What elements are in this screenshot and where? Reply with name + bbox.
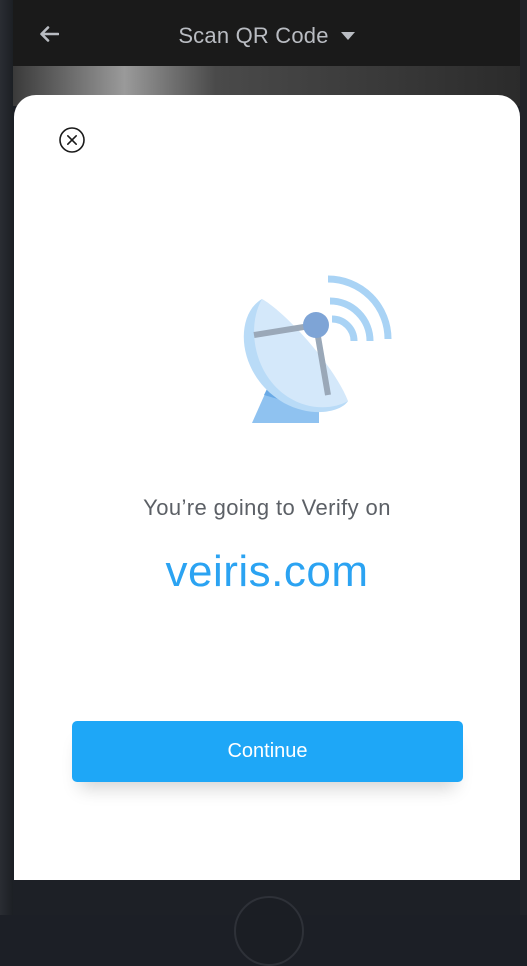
satellite-dish-icon xyxy=(243,275,392,423)
device-edge-right xyxy=(520,0,527,915)
back-button[interactable] xyxy=(35,20,63,48)
verify-domain: veiris.com xyxy=(165,547,369,596)
device-frame: Scan QR Code You’re going to Verify on v… xyxy=(0,0,527,966)
verify-message: You’re going to Verify on xyxy=(143,495,391,520)
page-title: Scan QR Code xyxy=(178,23,329,48)
title-dropdown[interactable]: Scan QR Code xyxy=(13,0,520,72)
continue-button[interactable]: Continue xyxy=(72,721,463,782)
verify-sheet: You’re going to Verify on veiris.com Con… xyxy=(14,95,520,880)
caret-down-icon xyxy=(340,32,355,40)
arrow-left-icon xyxy=(40,26,59,42)
home-button[interactable] xyxy=(234,896,304,966)
close-icon[interactable] xyxy=(58,126,86,154)
device-edge-left xyxy=(0,0,13,915)
app-header: Scan QR Code xyxy=(13,0,520,66)
